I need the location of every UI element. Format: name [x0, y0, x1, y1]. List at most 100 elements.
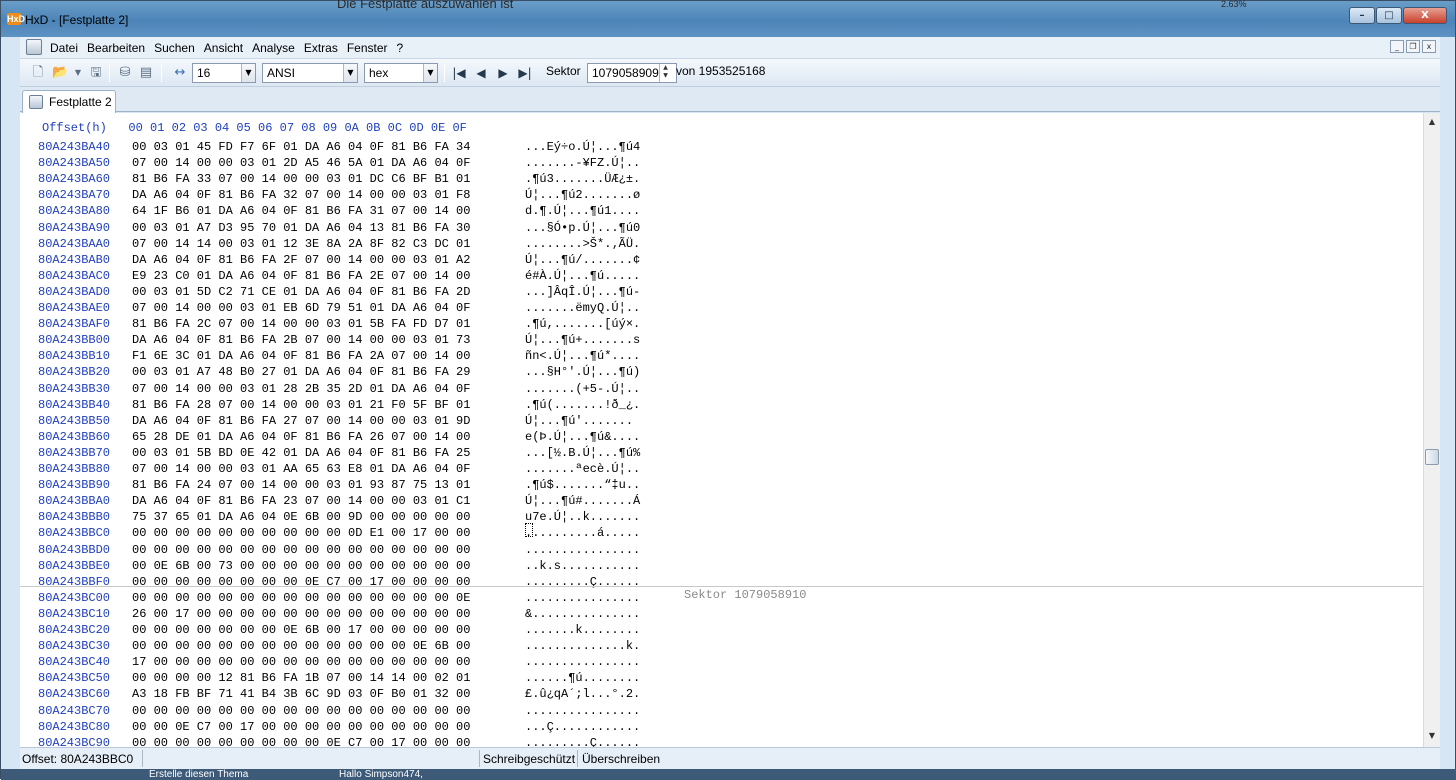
- row-hex[interactable]: E9 23 C0 01 DA A6 04 0F 81 B6 FA 2E 07 0…: [132, 268, 470, 284]
- status-protection[interactable]: Schreibgeschützt: [483, 752, 575, 766]
- row-ascii[interactable]: .¶ú(.......!ð_¿.: [525, 397, 640, 413]
- menu-help[interactable]: ?: [397, 41, 404, 55]
- scroll-up-icon[interactable]: ▲: [1426, 117, 1438, 129]
- row-hex[interactable]: A3 18 FB BF 71 41 B4 3B 6C 9D 03 0F B0 0…: [132, 686, 470, 702]
- row-ascii[interactable]: Ú¦...¶ú#.......Á: [525, 493, 640, 509]
- table-row[interactable]: 80A243BC00 00 00 00 00 00 00 00 00 00 00 …: [20, 590, 720, 606]
- row-hex[interactable]: 00 00 00 00 00 00 00 00 00 00 00 00 00 0…: [132, 703, 470, 719]
- row-hex[interactable]: 07 00 14 00 00 03 01 2D A5 46 5A 01 DA A…: [132, 155, 470, 171]
- table-row[interactable]: 80A243BBF0 00 00 00 00 00 00 00 00 0E C7 …: [20, 574, 720, 590]
- row-ascii[interactable]: Ú¦...¶ú'.......: [525, 413, 633, 429]
- row-hex[interactable]: 81 B6 FA 24 07 00 14 00 00 03 01 93 87 7…: [132, 477, 470, 493]
- new-icon[interactable]: 🗋: [30, 65, 46, 81]
- row-ascii[interactable]: .¶ú$.......“‡u..: [525, 477, 640, 493]
- status-mode[interactable]: Überschreiben: [582, 752, 660, 766]
- hxd-app-icon[interactable]: HxD: [7, 13, 25, 25]
- row-ascii[interactable]: ................: [525, 654, 640, 670]
- row-ascii[interactable]: .........Ç......: [525, 574, 640, 590]
- open-dropdown-icon[interactable]: ▼: [70, 65, 86, 81]
- row-ascii[interactable]: ñn<.Ú¦...¶ú*....: [525, 348, 640, 364]
- chevron-down-icon[interactable]: ▼: [343, 64, 357, 82]
- open-icon[interactable]: 📂: [52, 65, 68, 81]
- menu-ansicht[interactable]: Ansicht: [204, 41, 243, 55]
- table-row[interactable]: 80A243BB20 00 03 01 A7 48 B0 27 01 DA A6 …: [20, 364, 720, 380]
- table-row[interactable]: 80A243BA70 DA A6 04 0F 81 B6 FA 32 07 00 …: [20, 187, 720, 203]
- row-ascii[interactable]: ..k.s...........: [525, 558, 640, 574]
- row-ascii[interactable]: &...............: [525, 606, 640, 622]
- last-sector-icon[interactable]: ▶|: [518, 65, 532, 81]
- row-ascii[interactable]: Ú¦...¶ú2.......ø: [525, 187, 640, 203]
- table-row[interactable]: 80A243BC70 00 00 00 00 00 00 00 00 00 00 …: [20, 703, 720, 719]
- row-hex[interactable]: 00 00 00 00 12 81 B6 FA 1B 07 00 14 14 0…: [132, 670, 470, 686]
- row-ascii[interactable]: .......ªecè.Ú¦..: [525, 461, 640, 477]
- row-hex[interactable]: 65 28 DE 01 DA A6 04 0F 81 B6 FA 26 07 0…: [132, 429, 470, 445]
- table-row[interactable]: 80A243BB50 DA A6 04 0F 81 B6 FA 27 07 00 …: [20, 413, 720, 429]
- sector-spinner[interactable]: ▲ ▼: [659, 64, 671, 82]
- table-row[interactable]: 80A243BAE0 07 00 14 00 00 03 01 EB 6D 79 …: [20, 300, 720, 316]
- row-ascii[interactable]: Ú¦...¶ú/.......¢: [525, 252, 640, 268]
- table-row[interactable]: 80A243BBB0 75 37 65 01 DA A6 04 0E 6B 00 …: [20, 509, 720, 525]
- table-row[interactable]: 80A243BB60 65 28 DE 01 DA A6 04 0F 81 B6 …: [20, 429, 720, 445]
- table-row[interactable]: 80A243BC90 00 00 00 00 00 00 00 00 00 0E …: [20, 735, 720, 747]
- hex-editor[interactable]: Offset(h) 00 01 02 03 04 05 06 07 08 09 …: [20, 113, 1423, 747]
- row-ascii[interactable]: é#À.Ú¦...¶ú.....: [525, 268, 640, 284]
- row-hex[interactable]: 00 00 00 00 00 00 00 00 00 00 00 00 00 0…: [132, 542, 470, 558]
- row-ascii[interactable]: ......¶ú........: [525, 670, 640, 686]
- minimize-button[interactable]: –: [1349, 7, 1375, 24]
- table-row[interactable]: 80A243BAC0 E9 23 C0 01 DA A6 04 0F 81 B6 …: [20, 268, 720, 284]
- row-ascii[interactable]: ...Ç............: [525, 719, 640, 735]
- row-hex[interactable]: DA A6 04 0F 81 B6 FA 2B 07 00 14 00 00 0…: [132, 332, 470, 348]
- row-ascii[interactable]: ........>Š*.‚ÃÜ.: [525, 236, 640, 252]
- mdi-minimize-button[interactable]: _: [1390, 40, 1404, 53]
- row-ascii[interactable]: .¶ú,.......[úý×.: [525, 316, 640, 332]
- row-hex[interactable]: 07 00 14 00 00 03 01 EB 6D 79 51 01 DA A…: [132, 300, 470, 316]
- first-sector-icon[interactable]: |◀: [452, 65, 466, 81]
- row-hex[interactable]: 00 03 01 5B BD 0E 42 01 DA A6 04 0F 81 B…: [132, 445, 470, 461]
- row-ascii[interactable]: ...§H°'.Ú¦...¶ú): [525, 364, 640, 380]
- row-hex[interactable]: 00 03 01 45 FD F7 6F 01 DA A6 04 0F 81 B…: [132, 139, 470, 155]
- charset-select[interactable]: ANSI ▼: [262, 63, 358, 83]
- table-row[interactable]: 80A243BC50 00 00 00 00 12 81 B6 FA 1B 07 …: [20, 670, 720, 686]
- table-row[interactable]: 80A243BB10 F1 6E 3C 01 DA A6 04 0F 81 B6 …: [20, 348, 720, 364]
- menu-bearbeiten[interactable]: Bearbeiten: [87, 41, 145, 55]
- disk-icon[interactable]: ⛁: [117, 65, 133, 81]
- row-hex[interactable]: 07 00 14 00 00 03 01 28 2B 35 2D 01 DA A…: [132, 381, 470, 397]
- table-row[interactable]: 80A243BB70 00 03 01 5B BD 0E 42 01 DA A6 …: [20, 445, 720, 461]
- table-row[interactable]: 80A243BBD0 00 00 00 00 00 00 00 00 00 00 …: [20, 542, 720, 558]
- table-row[interactable]: 80A243BA40 00 03 01 45 FD F7 6F 01 DA A6 …: [20, 139, 720, 155]
- row-hex[interactable]: 00 0E 6B 00 73 00 00 00 00 00 00 00 00 0…: [132, 558, 470, 574]
- row-hex[interactable]: 00 00 00 00 00 00 00 00 00 00 00 00 00 0…: [132, 638, 470, 654]
- table-row[interactable]: 80A243BB30 07 00 14 00 00 03 01 28 2B 35 …: [20, 381, 720, 397]
- table-row[interactable]: 80A243BBA0 DA A6 04 0F 81 B6 FA 23 07 00 …: [20, 493, 720, 509]
- table-row[interactable]: 80A243BA80 64 1F B6 01 DA A6 04 0F 81 B6 …: [20, 203, 720, 219]
- row-ascii[interactable]: u7e.Ú¦..k.......: [525, 509, 640, 525]
- row-ascii[interactable]: ................: [525, 703, 640, 719]
- row-ascii[interactable]: ................: [525, 542, 640, 558]
- row-hex[interactable]: 00 03 01 A7 48 B0 27 01 DA A6 04 0F 81 B…: [132, 364, 470, 380]
- row-hex[interactable]: 64 1F B6 01 DA A6 04 0F 81 B6 FA 31 07 0…: [132, 203, 470, 219]
- row-ascii[interactable]: d.¶.Ú¦...¶ú1....: [525, 203, 640, 219]
- row-hex[interactable]: 00 03 01 5D C2 71 CE 01 DA A6 04 0F 81 B…: [132, 284, 470, 300]
- menu-suchen[interactable]: Suchen: [154, 41, 195, 55]
- scroll-thumb[interactable]: [1425, 449, 1439, 465]
- row-hex[interactable]: 07 00 14 14 00 03 01 12 3E 8A 2A 8F 82 C…: [132, 236, 470, 252]
- prev-sector-icon[interactable]: ◀: [474, 65, 488, 81]
- table-row[interactable]: 80A243BC20 00 00 00 00 00 00 00 0E 6B 00 …: [20, 622, 720, 638]
- save-icon[interactable]: 🖫: [88, 65, 104, 81]
- table-row[interactable]: 80A243BAD0 00 03 01 5D C2 71 CE 01 DA A6 …: [20, 284, 720, 300]
- row-ascii[interactable]: ................: [525, 590, 640, 606]
- table-row[interactable]: 80A243BB90 81 B6 FA 24 07 00 14 00 00 03 …: [20, 477, 720, 493]
- row-ascii[interactable]: ...[½.B.Ú¦...¶ú%: [525, 445, 640, 461]
- row-hex[interactable]: 75 37 65 01 DA A6 04 0E 6B 00 9D 00 00 0…: [132, 509, 470, 525]
- table-row[interactable]: 80A243BAF0 81 B6 FA 2C 07 00 14 00 00 03 …: [20, 316, 720, 332]
- title-bar[interactable]: HxD HxD - [Festplatte 2] Die Festplatte …: [1, 0, 1455, 37]
- row-hex[interactable]: 00 00 00 00 00 00 00 00 00 00 0D E1 00 1…: [132, 525, 470, 541]
- row-hex[interactable]: 17 00 00 00 00 00 00 00 00 00 00 00 00 0…: [132, 654, 470, 670]
- row-hex[interactable]: 00 00 00 00 00 00 00 00 0E C7 00 17 00 0…: [132, 574, 470, 590]
- row-ascii[interactable]: e(Þ.Ú¦...¶ú&....: [525, 429, 640, 445]
- bytes-per-row-select[interactable]: 16 ▼: [192, 63, 256, 83]
- row-hex[interactable]: 00 00 0E C7 00 17 00 00 00 00 00 00 00 0…: [132, 719, 470, 735]
- offset-base-select[interactable]: hex ▼: [364, 63, 438, 83]
- vertical-scrollbar[interactable]: ▲ ▼: [1423, 113, 1440, 747]
- row-ascii[interactable]: .......-¥FZ.Ú¦..: [525, 155, 640, 171]
